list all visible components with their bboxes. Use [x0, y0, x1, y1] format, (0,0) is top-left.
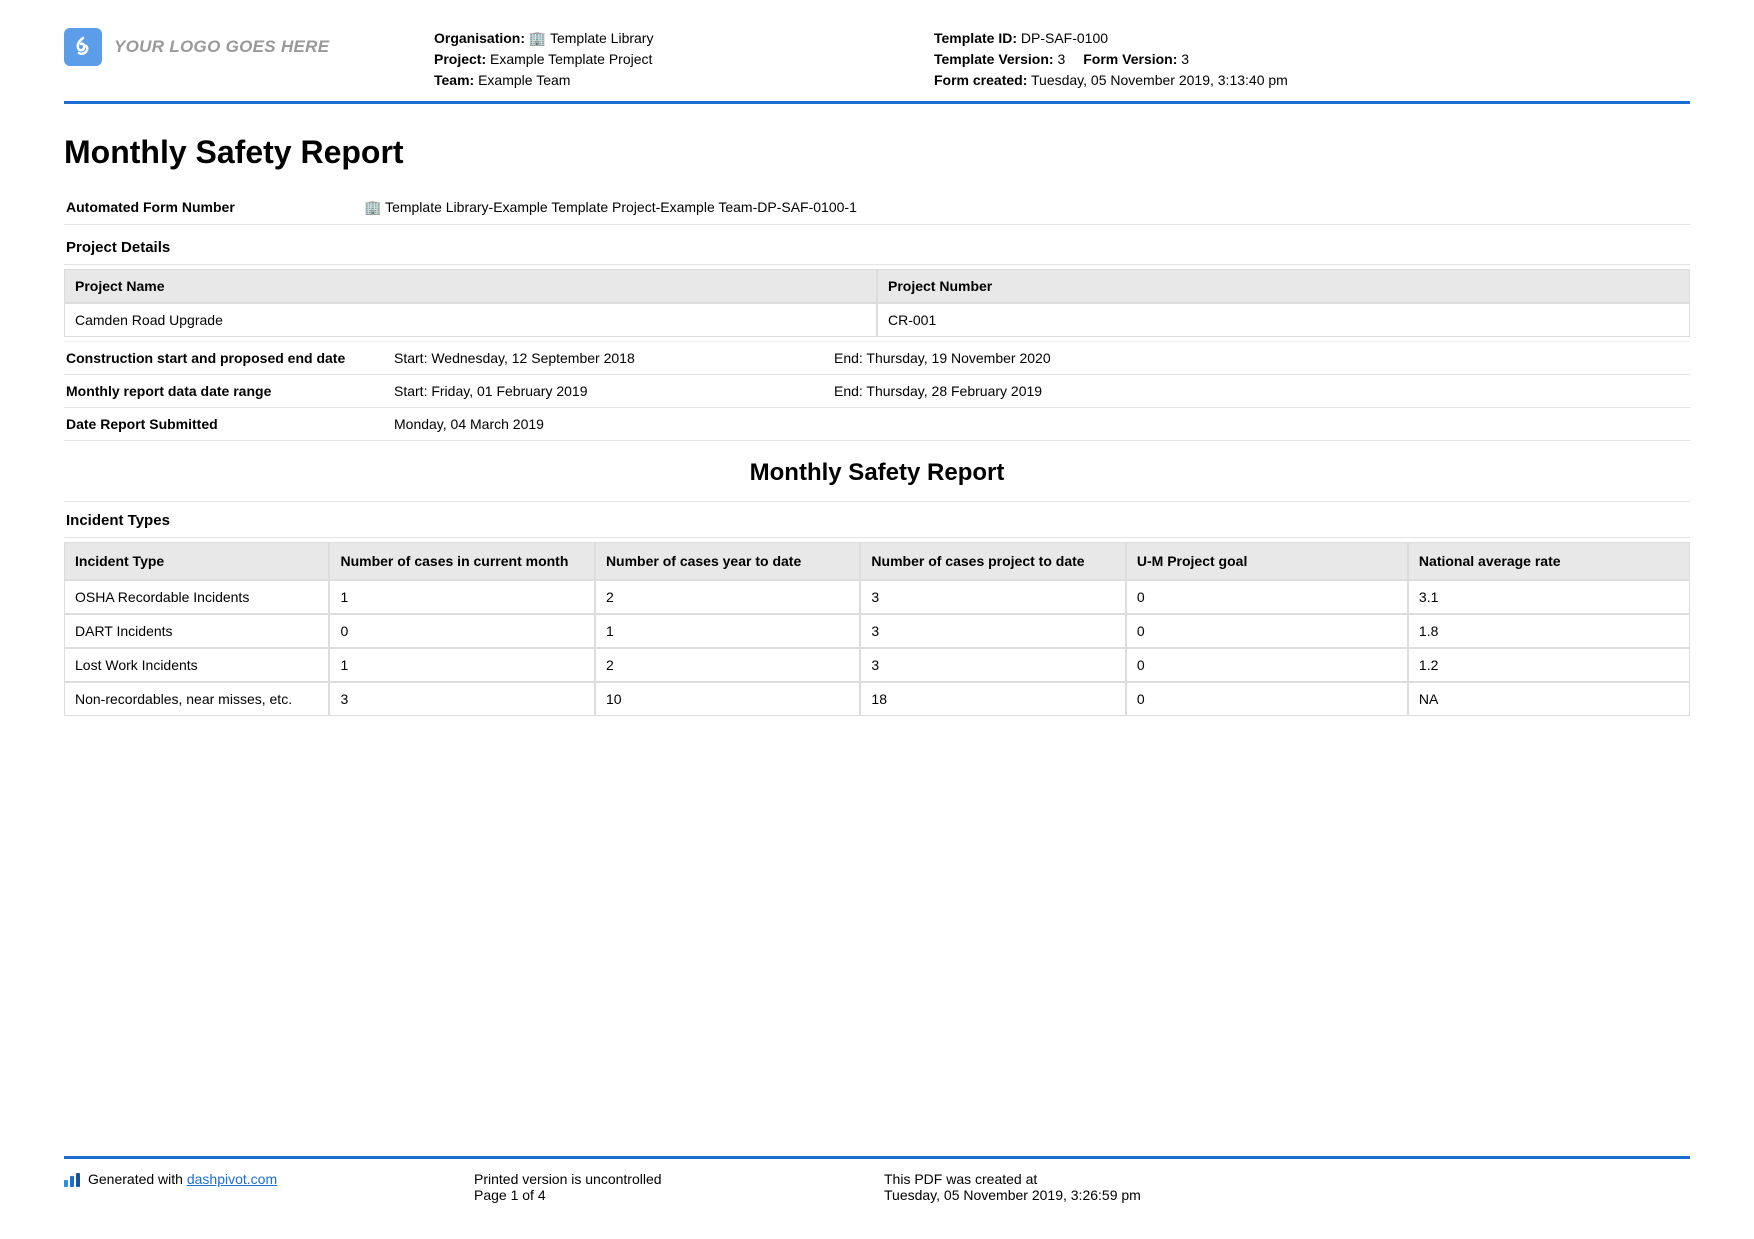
incident-col-header: Number of cases in current month [329, 542, 594, 580]
form-number-label: Automated Form Number [64, 199, 364, 216]
submitted-label: Date Report Submitted [64, 416, 394, 432]
project-label: Project: [434, 51, 486, 67]
project-details-header: Project Details [64, 225, 1690, 265]
submitted-value: Monday, 04 March 2019 [394, 416, 1690, 432]
table-cell: 10 [595, 682, 860, 716]
bars-icon [64, 1173, 82, 1187]
generated-prefix: Generated with [88, 1171, 187, 1187]
table-cell: 2 [595, 580, 860, 614]
header-meta-right: Template ID: DP-SAF-0100 Template Versio… [934, 28, 1288, 91]
table-cell: 1.2 [1408, 648, 1690, 682]
table-cell: 0 [1126, 648, 1408, 682]
submitted-row: Date Report Submitted Monday, 04 March 2… [64, 408, 1690, 441]
project-value: Example Template Project [490, 51, 652, 67]
project-details-table: Project Name Project Number Camden Road … [64, 269, 1690, 337]
uncontrolled-notice: Printed version is uncontrolled [474, 1171, 884, 1187]
form-created-label: Form created: [934, 72, 1027, 88]
table-cell: 2 [595, 648, 860, 682]
construction-end: End: Thursday, 19 November 2020 [834, 350, 1690, 366]
pdf-created-label: This PDF was created at [884, 1171, 1690, 1187]
construction-start: Start: Wednesday, 12 September 2018 [394, 350, 834, 366]
table-cell: 3.1 [1408, 580, 1690, 614]
table-row: OSHA Recordable Incidents12303.1 [64, 580, 1690, 614]
template-id-label: Template ID: [934, 30, 1017, 46]
data-range-start: Start: Friday, 01 February 2019 [394, 383, 834, 399]
table-cell: 0 [1126, 580, 1408, 614]
project-name-value: Camden Road Upgrade [64, 303, 877, 337]
form-created-value: Tuesday, 05 November 2019, 3:13:40 pm [1031, 72, 1288, 88]
document-footer: Generated with dashpivot.com Printed ver… [64, 1156, 1690, 1203]
footer-center: Printed version is uncontrolled Page 1 o… [474, 1171, 884, 1203]
document-header: YOUR LOGO GOES HERE Organisation: 🏢 Temp… [64, 28, 1690, 104]
footer-right: This PDF was created at Tuesday, 05 Nove… [884, 1171, 1690, 1203]
automated-form-number-row: Automated Form Number 🏢 Template Library… [64, 191, 1690, 225]
org-value: 🏢 Template Library [529, 30, 654, 46]
project-number-value: CR-001 [877, 303, 1690, 337]
table-cell: 0 [1126, 614, 1408, 648]
table-cell: 3 [329, 682, 594, 716]
incident-col-header: Number of cases year to date [595, 542, 860, 580]
form-version-value: 3 [1181, 51, 1189, 67]
table-cell: 1 [329, 648, 594, 682]
form-number-value: 🏢 Template Library-Example Template Proj… [364, 199, 1690, 216]
page-indicator: Page 1 of 4 [474, 1187, 884, 1203]
table-cell: 3 [860, 648, 1125, 682]
table-cell: 1 [329, 580, 594, 614]
logo-placeholder-text: YOUR LOGO GOES HERE [114, 37, 329, 57]
section-subtitle: Monthly Safety Report [64, 459, 1690, 487]
form-version-label: Form Version: [1083, 51, 1177, 67]
project-name-header: Project Name [64, 269, 877, 303]
data-range-label: Monthly report data date range [64, 383, 394, 399]
table-cell: OSHA Recordable Incidents [64, 580, 329, 614]
table-cell: 3 [860, 614, 1125, 648]
table-cell: 1 [595, 614, 860, 648]
table-cell: 0 [1126, 682, 1408, 716]
incident-types-header: Incident Types [64, 501, 1690, 538]
page-title: Monthly Safety Report [64, 134, 1690, 171]
dashpivot-link[interactable]: dashpivot.com [187, 1171, 277, 1187]
footer-left: Generated with dashpivot.com [64, 1171, 474, 1203]
construction-dates-row: Construction start and proposed end date… [64, 341, 1690, 375]
table-row: Non-recordables, near misses, etc.310180… [64, 682, 1690, 716]
table-cell: 1.8 [1408, 614, 1690, 648]
table-cell: Lost Work Incidents [64, 648, 329, 682]
table-cell: 18 [860, 682, 1125, 716]
incident-col-header: U-M Project goal [1126, 542, 1408, 580]
team-value: Example Team [478, 72, 570, 88]
table-cell: 0 [329, 614, 594, 648]
table-row: Lost Work Incidents12301.2 [64, 648, 1690, 682]
logo-block: YOUR LOGO GOES HERE [64, 28, 434, 66]
incident-col-header: National average rate [1408, 542, 1690, 580]
table-cell: Non-recordables, near misses, etc. [64, 682, 329, 716]
data-range-row: Monthly report data date range Start: Fr… [64, 375, 1690, 408]
template-version-label: Template Version: [934, 51, 1054, 67]
incident-col-header: Incident Type [64, 542, 329, 580]
table-row: DART Incidents01301.8 [64, 614, 1690, 648]
logo-icon [64, 28, 102, 66]
header-meta-left: Organisation: 🏢 Template Library Project… [434, 28, 934, 91]
org-label: Organisation: [434, 30, 525, 46]
data-range-end: End: Thursday, 28 February 2019 [834, 383, 1690, 399]
table-cell: NA [1408, 682, 1690, 716]
table-cell: DART Incidents [64, 614, 329, 648]
template-version-value: 3 [1057, 51, 1065, 67]
pdf-created-value: Tuesday, 05 November 2019, 3:26:59 pm [884, 1187, 1690, 1203]
construction-dates-label: Construction start and proposed end date [64, 350, 394, 366]
template-id-value: DP-SAF-0100 [1021, 30, 1108, 46]
team-label: Team: [434, 72, 474, 88]
incident-col-header: Number of cases project to date [860, 542, 1125, 580]
table-cell: 3 [860, 580, 1125, 614]
incident-types-table: Incident TypeNumber of cases in current … [64, 542, 1690, 716]
project-number-header: Project Number [877, 269, 1690, 303]
